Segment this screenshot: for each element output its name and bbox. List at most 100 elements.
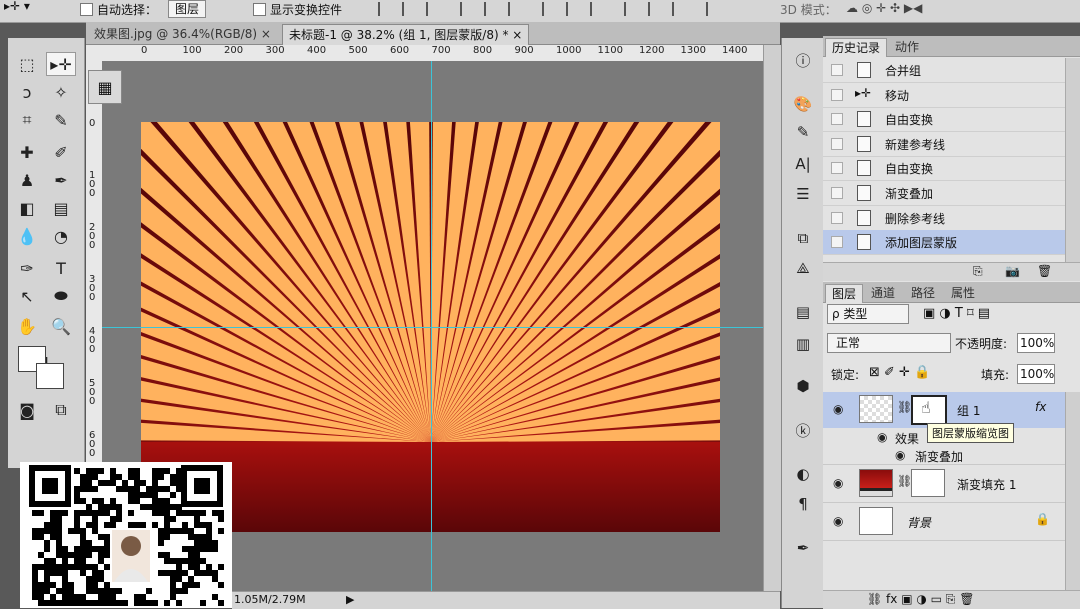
notes-icon[interactable]: ▥ [792,334,814,354]
link-icon[interactable]: ⛓ [897,474,912,488]
tab-layers[interactable]: 图层 [825,284,864,303]
eye-icon[interactable]: ◉ [833,402,843,416]
tab-effect-image[interactable]: 效果图.jpg @ 36.4%(RGB/8) × [88,24,277,44]
pen-tool-icon[interactable]: ✑ [12,256,42,280]
brush-tool-icon[interactable]: ✐ [46,140,76,164]
auto-select-dropdown[interactable]: 图层 [168,0,207,18]
align-hcenter-icon[interactable] [484,2,504,16]
tab-paths[interactable]: 路径 [905,284,941,302]
move-tool-icon[interactable]: ▸✛ ▾ [4,0,30,13]
snapshot-icon[interactable]: 📷 [1005,264,1020,278]
tab-actions[interactable]: 动作 [889,38,925,56]
history-checkbox[interactable] [831,88,843,101]
lock-icons[interactable]: ⊠ ✐ ✛ 🔒 [869,365,930,380]
eye-icon[interactable]: ◉ [895,448,905,462]
layer-footer-icons[interactable]: ⛓ fx ▣ ◑ ▭ ⎘ 🗑 [867,592,974,607]
layers-scrollbar[interactable] [1065,392,1080,590]
history-item[interactable]: 新建参考线 [823,132,1065,157]
distribute-left-icon[interactable] [624,2,644,16]
hand-tool-icon[interactable]: ✋ [12,314,42,338]
navigator-icon[interactable]: ▤ [792,302,814,322]
character-icon[interactable]: A| [792,154,814,174]
ellipse-tool-icon[interactable]: ⬬ [46,284,76,308]
distribute-top-icon[interactable] [542,2,562,16]
distribute-vcenter-icon[interactable] [566,2,586,16]
layer-row-gradient-fill[interactable]: ◉ ⛓ 渐变填充 1 [823,466,1065,503]
delete-icon[interactable]: 🗑 [1037,264,1052,278]
tab-close-icon[interactable]: × [512,28,522,42]
blur-tool-icon[interactable]: 💧 [12,224,42,248]
status-arrow-icon[interactable]: ▶ [346,593,354,606]
history-checkbox[interactable] [831,113,843,126]
fx-badge[interactable]: fx [1035,400,1046,414]
paragraph-icon[interactable]: ¶ [792,494,814,514]
marquee-tool-icon[interactable]: ⬚ [12,52,42,76]
color-palette-icon[interactable]: 🎨 [792,94,814,114]
history-checkbox[interactable] [831,137,843,150]
align-vcenter-icon[interactable] [402,2,422,16]
blend-mode-dropdown[interactable]: 正常 [827,333,951,353]
auto-align-icon[interactable] [706,2,726,16]
distribute-bottom-icon[interactable] [590,2,610,16]
history-checkbox[interactable] [831,211,843,224]
stamp-tool-icon[interactable]: ♟ [12,168,42,192]
tab-history[interactable]: 历史记录 [825,38,888,57]
crop-tool-icon[interactable]: ⌗ [12,108,42,132]
magic-wand-icon[interactable]: ✧ [46,80,76,104]
gradient-overlay-effect-row[interactable]: ◉ 渐变叠加 [823,446,1065,465]
quick-mask-icon[interactable]: ◙ [12,398,42,422]
eye-icon[interactable]: ◉ [833,476,843,490]
history-item[interactable]: 自由变换 [823,156,1065,182]
clone-source-icon[interactable]: ⧉ [792,228,814,248]
guide-vertical[interactable] [431,61,432,591]
history-brush-icon[interactable]: ✒ [46,168,76,192]
eye-icon[interactable]: ◉ [833,514,843,528]
fill-input[interactable]: 100% [1017,364,1055,384]
history-item[interactable]: 添加图层蒙版 [823,230,1065,256]
align-right-icon[interactable] [508,2,528,16]
tab-channels[interactable]: 通道 [865,284,901,302]
show-transform-checkbox[interactable] [253,3,266,16]
tab-untitled-1[interactable]: 未标题-1 @ 38.2% (组 1, 图层蒙版/8) * × [282,24,530,45]
tab-properties[interactable]: 属性 [945,284,981,302]
align-bottom-icon[interactable] [426,2,446,16]
history-checkbox[interactable] [831,187,843,199]
brush-preset-icon[interactable]: ✎ [792,122,814,142]
grid-overlay-icon[interactable]: ▦ [88,70,122,104]
eye-icon[interactable]: ◉ [877,430,887,444]
styles-icon[interactable]: ⟁ [792,258,814,278]
new-doc-from-state-icon[interactable]: ⎘ [973,264,983,279]
path-select-icon[interactable]: ↖ [12,284,42,308]
info-icon[interactable]: ⓘ [792,50,814,70]
filter-icons[interactable]: ▣ ◑ T ⌑ ▤ [923,306,990,321]
history-checkbox[interactable] [831,236,843,249]
history-checkbox[interactable] [831,162,843,175]
kuler-icon[interactable]: ⓚ [792,420,814,440]
history-item[interactable]: 自由变换 [823,107,1065,133]
eraser-tool-icon[interactable]: ◧ [12,196,42,220]
3d-cube-icon[interactable]: ⬢ [792,376,814,396]
gradient-tool-icon[interactable]: ▤ [46,196,76,220]
canvas-vertical-scrollbar[interactable] [763,45,781,591]
history-item[interactable]: 删除参考线 [823,206,1065,231]
3d-rotate-icon[interactable]: ☁ ◎ ✛ ✣ ▶◀ [846,1,922,15]
opacity-input[interactable]: 100% [1017,333,1055,353]
auto-select-checkbox[interactable] [80,3,93,16]
mask-icon[interactable]: ◐ [792,464,814,484]
history-item[interactable]: ▸✛ 移动 [823,83,1065,108]
tool-presets-icon[interactable]: ✒ [792,538,814,558]
history-item[interactable]: 渐变叠加 [823,181,1065,206]
layer-filter-dropdown[interactable]: ρ 类型 [827,304,909,324]
healing-brush-icon[interactable]: ✚ [12,140,42,164]
adjustments-icon[interactable]: ☰ [792,184,814,204]
distribute-hcenter-icon[interactable] [648,2,668,16]
layer-mask-thumbnail[interactable] [911,469,945,497]
history-checkbox[interactable] [831,64,843,76]
zoom-tool-icon[interactable]: 🔍 [46,314,76,338]
link-icon[interactable]: ⛓ [897,400,912,414]
align-top-icon[interactable] [378,2,398,16]
dodge-tool-icon[interactable]: ◔ [46,224,76,248]
screen-mode-icon[interactable]: ⧉ [46,398,76,422]
distribute-right-icon[interactable] [672,2,692,16]
history-scrollbar[interactable] [1065,58,1080,262]
